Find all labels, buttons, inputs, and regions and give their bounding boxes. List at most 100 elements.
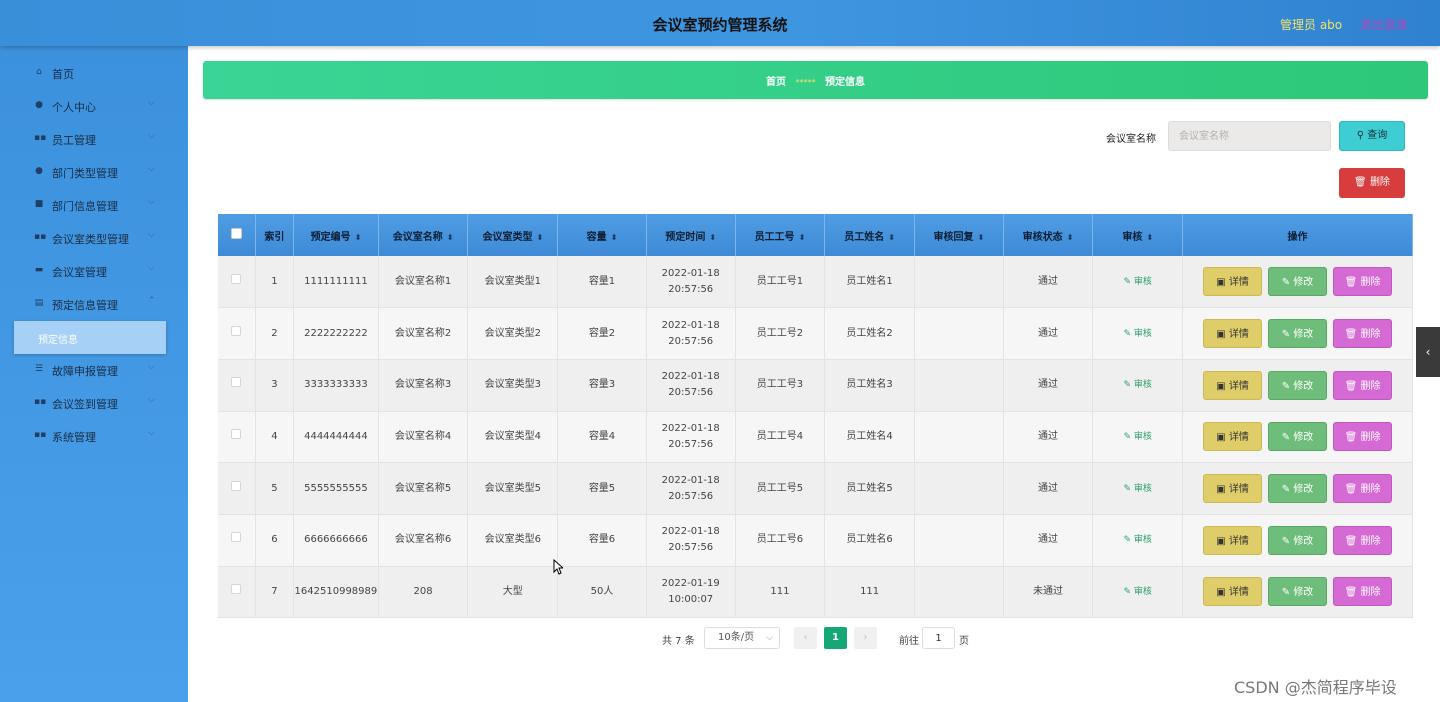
detail-button[interactable]: ▣ 详情	[1203, 577, 1263, 607]
edit-button[interactable]: ✎ 修改	[1268, 370, 1328, 400]
side-panel-toggle[interactable]: ‹	[1416, 327, 1440, 377]
row-select-cell[interactable]	[218, 566, 256, 619]
audit-link[interactable]: ✎ 审核	[1124, 277, 1152, 287]
column-header-sortable[interactable]: 容量 ⬍	[557, 214, 647, 256]
edit-button-label: 修改	[1293, 587, 1314, 599]
edit-icon: ✎	[1123, 328, 1134, 339]
edit-button[interactable]: ✎ 修改	[1268, 577, 1328, 607]
column-header-sortable[interactable]: 会议室类型 ⬍	[467, 214, 559, 256]
sidebar-item-employee[interactable]: ▪▪ 员工管理 ⌵	[0, 123, 188, 156]
sidebar-item-fault-report[interactable]: ☰ 故障申报管理 ⌵	[0, 354, 188, 387]
sidebar-item-system[interactable]: ▪▪ 系统管理 ⌵	[0, 420, 188, 453]
delete-button[interactable]: 🗑 删除	[1333, 577, 1393, 607]
column-header-sortable[interactable]: 预定时间 ⬍	[646, 214, 736, 256]
audit-link[interactable]: ✎ 审核	[1124, 329, 1152, 339]
search-button-label: 查询	[1367, 130, 1388, 141]
edit-button-label: 修改	[1293, 277, 1314, 289]
prev-page-button[interactable]: ‹	[794, 627, 817, 649]
select-all-cell[interactable]	[218, 214, 256, 256]
logout-link[interactable]: 退出登录	[1360, 16, 1408, 33]
batch-delete-button[interactable]: 🗑 删除	[1339, 168, 1405, 198]
row-select-cell[interactable]	[218, 359, 256, 412]
page-size-select[interactable]: 10条/页 ⌵	[704, 627, 780, 649]
sort-icon[interactable]: ⬍	[977, 233, 984, 242]
detail-button[interactable]: ▣ 详情	[1203, 370, 1263, 400]
edit-button[interactable]: ✎ 修改	[1268, 525, 1328, 555]
row-checkbox[interactable]	[231, 428, 242, 439]
delete-button[interactable]: 🗑 删除	[1333, 319, 1393, 349]
delete-button[interactable]: 🗑 删除	[1333, 370, 1393, 400]
sidebar-item-room[interactable]: ▬ 会议室管理 ⌵	[0, 255, 188, 288]
sort-icon[interactable]: ⬍	[1146, 233, 1153, 242]
row-checkbox[interactable]	[231, 325, 242, 336]
row-select-cell[interactable]	[218, 307, 256, 360]
cell-emp-no: 员工工号6	[735, 514, 826, 567]
cell-status: 通过	[1003, 307, 1094, 360]
sidebar-item-checkin[interactable]: ▪▪ 会议签到管理 ⌵	[0, 387, 188, 420]
sort-icon[interactable]: ⬍	[709, 233, 716, 242]
sort-icon[interactable]: ⬍	[799, 233, 806, 242]
column-header-sortable[interactable]: 员工工号 ⬍	[735, 214, 826, 256]
next-page-button[interactable]: ›	[854, 627, 877, 649]
sort-icon[interactable]: ⬍	[1067, 233, 1074, 242]
detail-button[interactable]: ▣ 详情	[1203, 319, 1263, 349]
sort-icon[interactable]: ⬍	[355, 233, 362, 242]
sort-icon[interactable]: ⬍	[447, 233, 454, 242]
delete-button[interactable]: 🗑 删除	[1333, 474, 1393, 504]
sidebar-item-dept-type[interactable]: ● 部门类型管理 ⌵	[0, 156, 188, 189]
submenu-item-booking-info[interactable]: 预定信息	[14, 321, 166, 354]
edit-button[interactable]: ✎ 修改	[1268, 267, 1328, 297]
detail-button[interactable]: ▣ 详情	[1203, 525, 1263, 555]
edit-icon: ✎	[1123, 483, 1134, 494]
column-header-sortable[interactable]: 会议室名称 ⬍	[378, 214, 469, 256]
search-input[interactable]	[1168, 121, 1331, 151]
row-checkbox[interactable]	[231, 480, 242, 491]
sidebar-item-personal-center[interactable]: ● 个人中心 ⌵	[0, 90, 188, 123]
edit-icon: ✎	[1281, 277, 1294, 289]
audit-link[interactable]: ✎ 审核	[1124, 535, 1152, 545]
column-header-sortable[interactable]: 审核状态 ⬍	[1003, 214, 1094, 256]
audit-link[interactable]: ✎ 审核	[1124, 432, 1152, 442]
row-checkbox[interactable]	[231, 583, 242, 594]
sort-icon[interactable]: ⬍	[611, 233, 618, 242]
audit-link[interactable]: ✎ 审核	[1124, 484, 1152, 494]
edit-button[interactable]: ✎ 修改	[1268, 319, 1328, 349]
audit-link[interactable]: ✎ 审核	[1124, 587, 1152, 597]
row-select-cell[interactable]	[218, 462, 256, 515]
sidebar-item-home[interactable]: ⌂ 首页	[0, 57, 188, 90]
search-button[interactable]: ⚲ 查询	[1339, 121, 1405, 151]
sort-icon[interactable]: ⬍	[536, 233, 543, 242]
table-row: 1 1111111111 会议室名称1 会议室类型1 容量1 2022-01-18 20:…	[218, 256, 1413, 309]
sort-icon[interactable]: ⬍	[888, 233, 895, 242]
column-header-sortable[interactable]: 审核回复 ⬍	[914, 214, 1004, 256]
column-header-sortable[interactable]: 审核 ⬍	[1092, 214, 1184, 256]
top-header: 会议室预约管理系统 管理员 abo 退出登录	[0, 0, 1440, 46]
page-number-current[interactable]: 1	[824, 627, 847, 649]
row-checkbox[interactable]	[231, 377, 242, 388]
row-select-cell[interactable]	[218, 411, 256, 464]
breadcrumb-home[interactable]: 首页	[766, 77, 786, 88]
detail-button[interactable]: ▣ 详情	[1203, 267, 1263, 297]
select-all-checkbox[interactable]	[230, 228, 242, 239]
audit-link[interactable]: ✎ 审核	[1124, 380, 1152, 390]
delete-button[interactable]: 🗑 删除	[1333, 525, 1393, 555]
cell-code: 4444444444	[293, 411, 379, 464]
cell-type: 会议室类型1	[467, 256, 559, 309]
sidebar-item-booking[interactable]: ▤ 预定信息管理 ⌃	[0, 288, 188, 321]
edit-button[interactable]: ✎ 修改	[1268, 474, 1328, 504]
row-checkbox[interactable]	[231, 532, 242, 543]
detail-button[interactable]: ▣ 详情	[1203, 474, 1263, 504]
row-checkbox[interactable]	[231, 273, 242, 284]
cell-actions: ▣ 详情 ✎ 修改 🗑 删除	[1182, 256, 1413, 309]
sidebar-item-room-type[interactable]: ▪▪ 会议室类型管理 ⌵	[0, 222, 188, 255]
edit-button[interactable]: ✎ 修改	[1268, 422, 1328, 452]
row-select-cell[interactable]	[218, 514, 256, 567]
delete-button[interactable]: 🗑 删除	[1333, 267, 1393, 297]
sidebar-item-dept-info[interactable]: ■ 部门信息管理 ⌵	[0, 189, 188, 222]
column-header-sortable[interactable]: 预定编号 ⬍	[293, 214, 379, 256]
delete-button[interactable]: 🗑 删除	[1333, 422, 1393, 452]
detail-button[interactable]: ▣ 详情	[1203, 422, 1263, 452]
column-header-sortable[interactable]: 员工姓名 ⬍	[824, 214, 915, 256]
row-select-cell[interactable]	[218, 256, 256, 309]
goto-page-input[interactable]	[922, 627, 955, 649]
